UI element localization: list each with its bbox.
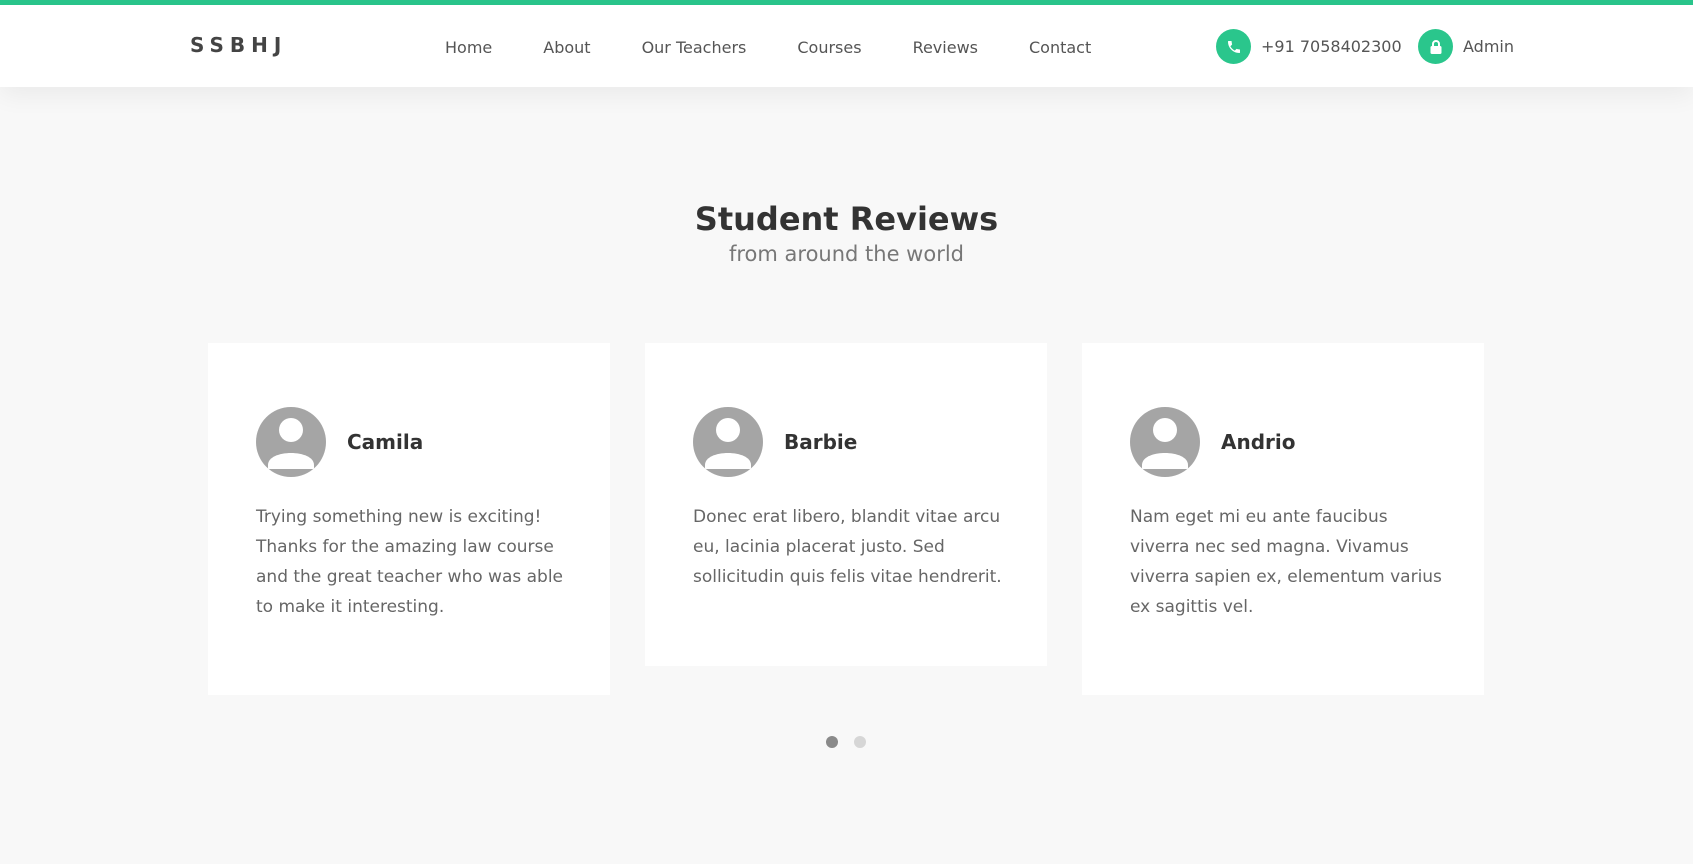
- avatar: [693, 407, 763, 477]
- carousel-dots: [826, 736, 882, 748]
- reviewer-name: Barbie: [784, 430, 858, 454]
- reviewer-name: Andrio: [1221, 430, 1296, 454]
- avatar: [256, 407, 326, 477]
- nav-courses[interactable]: Courses: [797, 38, 861, 57]
- carousel-dot-1[interactable]: [826, 736, 838, 748]
- main-nav: Home About Our Teachers Courses Reviews …: [445, 38, 1142, 57]
- nav-about[interactable]: About: [543, 38, 590, 57]
- reviewer-name: Camila: [347, 430, 424, 454]
- phone-contact[interactable]: +91 7058402300: [1216, 29, 1402, 64]
- review-card: Camila Trying something new is exciting!…: [208, 343, 610, 695]
- review-card: Barbie Donec erat libero, blandit vitae …: [645, 343, 1047, 666]
- section-subtitle: from around the world: [728, 242, 965, 266]
- review-text: Trying something new is exciting! Thanks…: [256, 507, 564, 617]
- avatar: [1130, 407, 1200, 477]
- section-title: Student Reviews: [694, 200, 999, 238]
- phone-icon: [1216, 29, 1251, 64]
- carousel-dot-2[interactable]: [854, 736, 866, 748]
- site-header: SSBHJ Home About Our Teachers Courses Re…: [0, 5, 1693, 87]
- admin-label: Admin: [1463, 37, 1514, 56]
- brand-logo[interactable]: SSBHJ: [190, 33, 287, 57]
- nav-reviews[interactable]: Reviews: [913, 38, 978, 57]
- nav-contact[interactable]: Contact: [1029, 38, 1091, 57]
- admin-link[interactable]: Admin: [1418, 29, 1514, 64]
- review-card: Andrio Nam eget mi eu ante faucibus vive…: [1082, 343, 1484, 695]
- lock-icon: [1418, 29, 1453, 64]
- review-text: Donec erat libero, blandit vitae arcu eu…: [693, 507, 1002, 587]
- phone-number: +91 7058402300: [1261, 37, 1402, 56]
- nav-our-teachers[interactable]: Our Teachers: [642, 38, 747, 57]
- nav-home[interactable]: Home: [445, 38, 492, 57]
- reviews-heading: Student Reviews from around the world: [0, 200, 1693, 266]
- review-text: Nam eget mi eu ante faucibus viverra nec…: [1130, 507, 1442, 617]
